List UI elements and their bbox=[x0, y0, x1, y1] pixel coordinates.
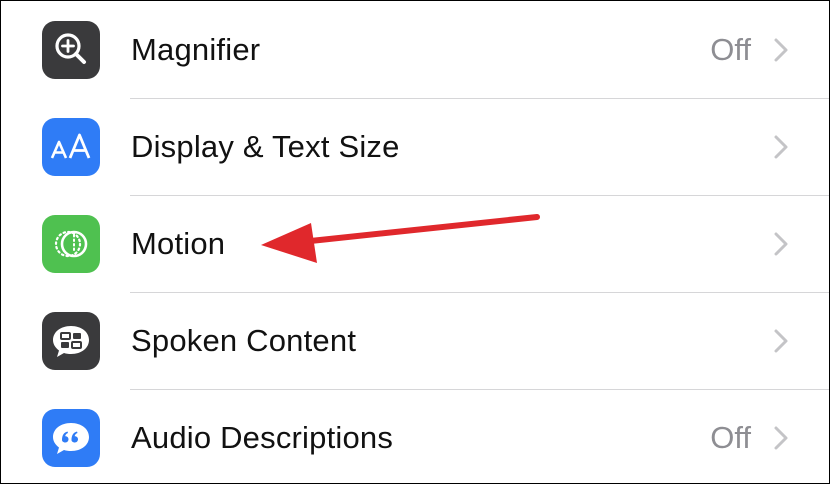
text-size-icon bbox=[42, 118, 100, 176]
audio-descriptions-icon bbox=[42, 409, 100, 467]
motion-icon bbox=[42, 215, 100, 273]
magnifier-value: Off bbox=[710, 32, 751, 67]
settings-row-magnifier[interactable]: Magnifier Off bbox=[1, 1, 829, 99]
settings-row-display-text-size[interactable]: Display & Text Size bbox=[1, 98, 829, 196]
chevron-right-icon bbox=[774, 426, 788, 450]
magnifier-icon bbox=[42, 21, 100, 79]
spoken-content-icon bbox=[42, 312, 100, 370]
accessibility-settings-list: Magnifier Off Display & Text Size Motion bbox=[1, 1, 829, 483]
settings-row-motion[interactable]: Motion bbox=[1, 195, 829, 293]
spoken-content-label: Spoken Content bbox=[131, 323, 357, 358]
settings-row-audio-descriptions[interactable]: Audio Descriptions Off bbox=[1, 389, 829, 487]
settings-row-spoken-content[interactable]: Spoken Content bbox=[1, 292, 829, 390]
chevron-right-icon bbox=[774, 232, 788, 256]
motion-label: Motion bbox=[131, 226, 226, 261]
magnifier-label: Magnifier bbox=[131, 32, 261, 67]
chevron-right-icon bbox=[774, 38, 788, 62]
audio-descriptions-value: Off bbox=[710, 420, 751, 455]
display-text-size-label: Display & Text Size bbox=[131, 129, 400, 164]
audio-descriptions-label: Audio Descriptions bbox=[131, 420, 394, 455]
chevron-right-icon bbox=[774, 135, 788, 159]
chevron-right-icon bbox=[774, 329, 788, 353]
